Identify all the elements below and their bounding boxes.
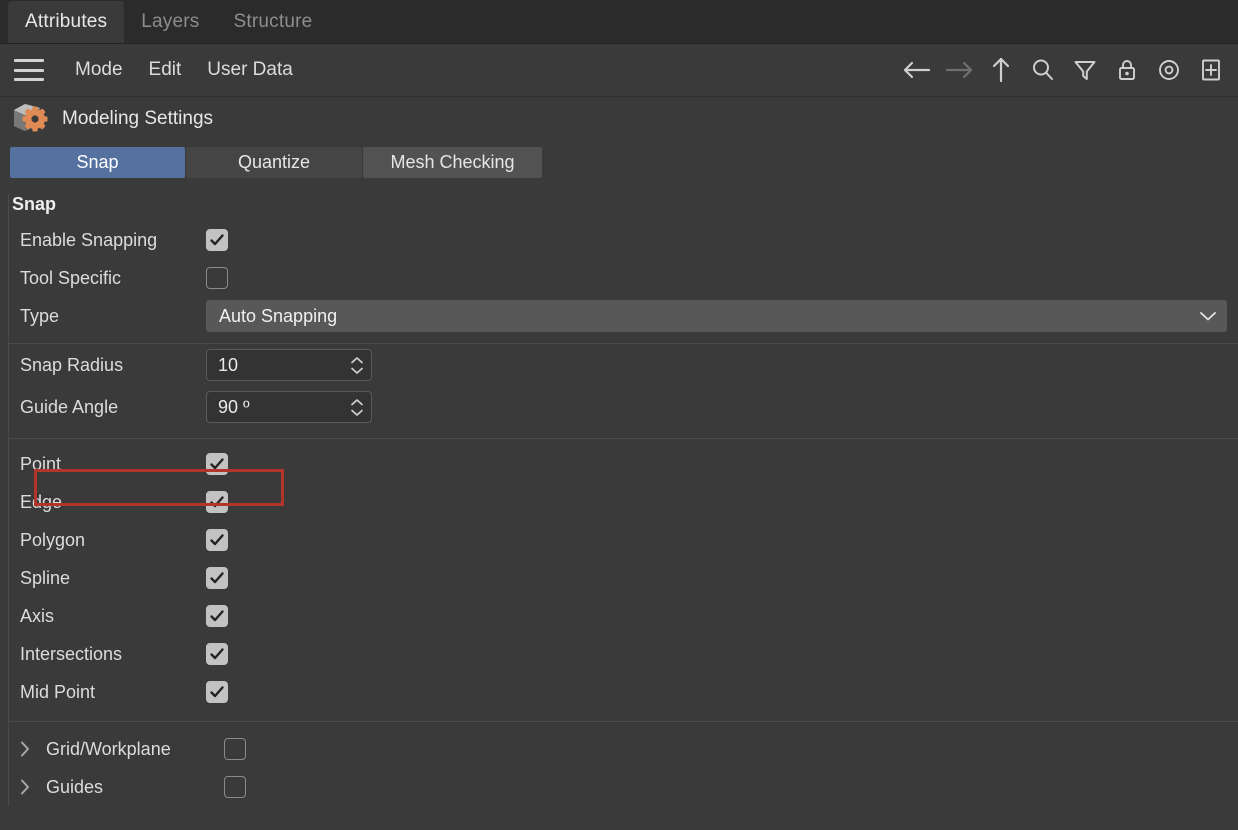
stepper-guide-angle[interactable]: 90 º — [206, 391, 372, 423]
snap-target-list: Point Edge Polygon Spline Axis Intersect… — [0, 445, 1238, 711]
chevron-down-icon[interactable] — [1199, 306, 1217, 327]
label-point: Point — [20, 453, 62, 474]
label-guides: Guides — [46, 776, 104, 797]
checkbox-point[interactable] — [206, 453, 228, 475]
checkbox-grid-workplane[interactable] — [224, 738, 246, 760]
window-tab-strip: Attributes Layers Structure — [0, 0, 1238, 44]
group-title-snap: Snap — [12, 194, 57, 214]
row-mid-point[interactable]: Mid Point — [0, 673, 1238, 711]
search-icon[interactable] — [1028, 55, 1058, 85]
row-polygon[interactable]: Polygon — [0, 521, 1238, 559]
label-spline: Spline — [20, 567, 71, 588]
label-type: Type — [20, 305, 60, 326]
label-grid-workplane: Grid/Workplane — [46, 738, 171, 759]
label-tool-specific: Tool Specific — [20, 267, 122, 288]
checkbox-axis[interactable] — [206, 605, 228, 627]
label-enable-snapping: Enable Snapping — [20, 229, 158, 250]
row-grid-workplane[interactable]: Grid/Workplane — [0, 730, 1238, 768]
label-edge: Edge — [20, 491, 63, 512]
dropdown-value: Auto Snapping — [219, 305, 338, 326]
hamburger-menu-icon[interactable] — [14, 59, 44, 81]
row-axis[interactable]: Axis — [0, 597, 1238, 635]
checkbox-polygon[interactable] — [206, 529, 228, 551]
snap-settings-panel: Snap Enable Snapping Tool Specific Type … — [0, 194, 1238, 806]
row-enable-snapping[interactable]: Enable Snapping — [0, 221, 1238, 259]
page-title: Modeling Settings — [62, 108, 214, 129]
label-snap-radius: Snap Radius — [20, 354, 124, 375]
cube-gear-icon — [10, 101, 50, 137]
tab-label: Quantize — [237, 152, 311, 172]
window-tab-label: Attributes — [25, 11, 108, 32]
label-axis: Axis — [20, 605, 55, 626]
window-tab-label: Structure — [233, 11, 313, 32]
row-guides[interactable]: Guides — [0, 768, 1238, 806]
stepper-arrows-icon[interactable] — [349, 356, 365, 375]
arrow-right-icon[interactable] — [944, 55, 974, 85]
toolbar-icons — [902, 55, 1226, 85]
dropdown-snap-type[interactable]: Auto Snapping — [206, 300, 1227, 332]
row-tool-specific[interactable]: Tool Specific — [0, 259, 1238, 297]
checkbox-guides[interactable] — [224, 776, 246, 798]
snap-group-list: Grid/Workplane Guides — [0, 730, 1238, 806]
stepper-snap-radius[interactable]: 10 — [206, 349, 372, 381]
window-tab-layers[interactable]: Layers — [124, 1, 216, 43]
arrow-left-icon[interactable] — [902, 55, 932, 85]
row-intersections[interactable]: Intersections — [0, 635, 1238, 673]
label-polygon: Polygon — [20, 529, 86, 550]
chevron-right-icon[interactable] — [12, 740, 38, 758]
checkbox-spline[interactable] — [206, 567, 228, 589]
window-tab-label: Layers — [141, 11, 200, 32]
row-type[interactable]: Type Auto Snapping — [0, 297, 1238, 335]
row-guide-angle[interactable]: Guide Angle 90 º — [0, 386, 1238, 428]
filter-funnel-icon[interactable] — [1070, 55, 1100, 85]
menu-item-user-data[interactable]: User Data — [194, 59, 306, 81]
row-spline[interactable]: Spline — [0, 559, 1238, 597]
label-mid-point: Mid Point — [20, 681, 96, 702]
tab-quantize[interactable]: Quantize — [186, 147, 362, 178]
row-edge[interactable]: Edge — [0, 483, 1238, 521]
stepper-arrows-icon[interactable] — [349, 398, 365, 417]
window-tab-structure[interactable]: Structure — [217, 1, 330, 43]
window-tab-attributes[interactable]: Attributes — [8, 1, 125, 43]
stepper-value: 90 º — [218, 396, 250, 417]
checkbox-mid-point[interactable] — [206, 681, 228, 703]
row-point[interactable]: Point — [0, 445, 1238, 483]
lock-icon[interactable] — [1112, 55, 1142, 85]
checkbox-enable-snapping[interactable] — [206, 229, 228, 251]
record-circle-icon[interactable] — [1154, 55, 1184, 85]
menu-item-mode[interactable]: Mode — [62, 59, 136, 81]
divider-3 — [8, 721, 1238, 722]
row-snap-radius[interactable]: Snap Radius 10 — [0, 344, 1238, 386]
section-tabs: Snap Quantize Mesh Checking — [10, 147, 1238, 178]
add-box-icon[interactable] — [1196, 55, 1226, 85]
tab-label: Snap — [76, 152, 119, 172]
menu-bar: Mode Edit User Data — [0, 44, 1238, 97]
menu-item-edit[interactable]: Edit — [136, 59, 195, 81]
tab-label: Mesh Checking — [390, 152, 515, 172]
tab-mesh-checking[interactable]: Mesh Checking — [363, 147, 542, 178]
chevron-right-icon[interactable] — [12, 778, 38, 796]
stepper-value: 10 — [218, 354, 239, 375]
label-guide-angle: Guide Angle — [20, 396, 119, 417]
checkbox-edge[interactable] — [206, 491, 228, 513]
tab-snap[interactable]: Snap — [10, 147, 185, 178]
checkbox-tool-specific[interactable] — [206, 267, 228, 289]
divider-2 — [8, 438, 1238, 439]
page-header: Modeling Settings — [0, 97, 1238, 141]
checkbox-intersections[interactable] — [206, 643, 228, 665]
arrow-up-icon[interactable] — [986, 55, 1016, 85]
label-intersections: Intersections — [20, 643, 123, 664]
